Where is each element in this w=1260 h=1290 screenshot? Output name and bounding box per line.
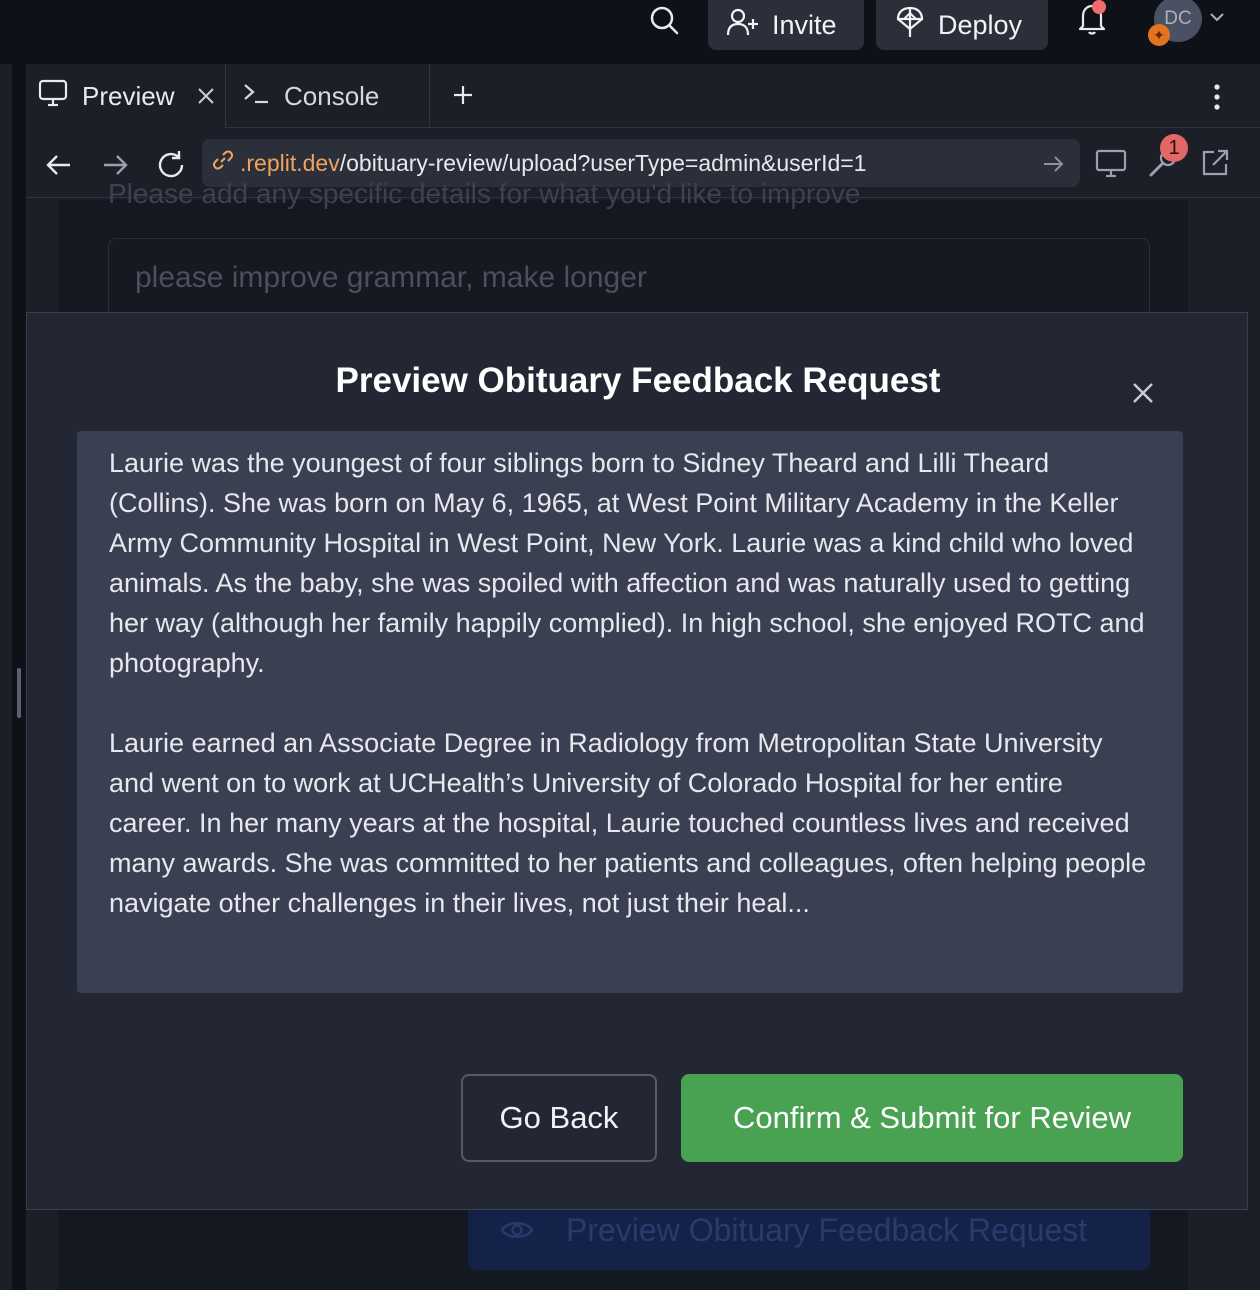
sparkle-icon: ✦ [1148, 24, 1170, 46]
top-bar: Invite Deploy DC ✦ [0, 0, 1260, 64]
deploy-label: Deploy [938, 9, 1023, 40]
tab-console[interactable]: Console [228, 64, 430, 128]
terminal-icon [242, 80, 270, 113]
invite-button[interactable]: Invite [708, 0, 864, 50]
details-input: please improve grammar, make longer [108, 238, 1150, 318]
go-arrow-icon[interactable] [1040, 152, 1066, 176]
preview-paragraph: Laurie was the youngest of four siblings… [109, 448, 1145, 678]
tab-preview-label: Preview [82, 80, 175, 111]
back-arrow-icon[interactable] [42, 148, 76, 182]
url-path: /obituary-review/upload?userType=admin&u… [339, 149, 867, 176]
external-link-icon[interactable] [1198, 146, 1232, 180]
deploy-icon [894, 5, 926, 46]
invite-label: Invite [772, 9, 837, 40]
go-back-button[interactable]: Go Back [461, 1074, 657, 1162]
search-icon[interactable] [646, 2, 682, 38]
tab-bar: Preview Console [26, 64, 1260, 128]
url-host: .replit.dev [240, 149, 340, 176]
eye-icon [500, 1222, 534, 1238]
avatar-initials: DC [1164, 8, 1192, 29]
link-icon [212, 149, 234, 177]
details-label: Please add any specific details for what… [108, 178, 861, 209]
preview-request-label: Preview Obituary Feedback Request [566, 1211, 1088, 1248]
notification-dot [1092, 0, 1106, 14]
preview-paragraph: Laurie earned an Associate Degree in Rad… [109, 728, 1147, 918]
close-icon[interactable] [194, 84, 218, 108]
reload-icon[interactable] [154, 148, 188, 182]
notification-count: 1 [1168, 136, 1180, 159]
obituary-preview-text: Laurie was the youngest of four siblings… [77, 431, 1183, 993]
tab-console-label: Console [284, 80, 380, 111]
forward-arrow-icon[interactable] [98, 148, 132, 182]
desktop-icon[interactable] [1094, 146, 1128, 180]
confirm-submit-button[interactable]: Confirm & Submit for Review [681, 1074, 1183, 1162]
dialog-title: Preview Obituary Feedback Request [335, 361, 941, 400]
add-tab-icon[interactable] [448, 80, 478, 110]
monitor-icon [38, 79, 68, 114]
deploy-button[interactable]: Deploy [876, 0, 1048, 50]
close-icon[interactable] [1127, 377, 1159, 409]
chevron-down-icon[interactable] [1208, 8, 1226, 26]
resize-handle[interactable] [17, 668, 21, 718]
preview-dialog: Preview Obituary Feedback Request Laurie… [26, 312, 1248, 1210]
side-panel-edge [0, 64, 12, 1290]
notification-count-badge: 1 [1160, 134, 1188, 162]
more-options-icon[interactable] [1202, 80, 1232, 114]
add-user-icon [726, 7, 760, 44]
